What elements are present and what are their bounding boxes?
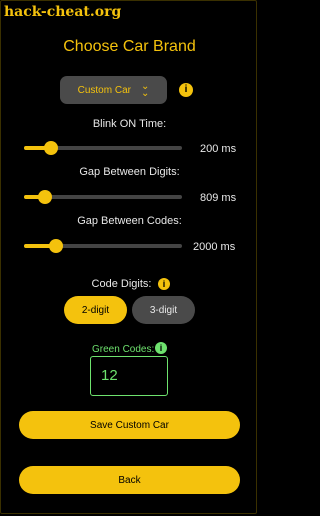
green-codes-label: Green Codes:	[92, 344, 155, 355]
code-digits-label: Code Digits:	[91, 278, 152, 290]
chevrons-down-icon: ⌄ ⌄	[140, 81, 150, 99]
gap-codes-label: Gap Between Codes:	[77, 215, 182, 227]
brand-info-icon[interactable]: i	[179, 83, 193, 97]
brand-dropdown-label: Custom Car	[77, 84, 131, 96]
slider-thumb[interactable]	[37, 190, 52, 204]
gap-digits-label: Gap Between Digits:	[79, 166, 180, 178]
slider-thumb[interactable]	[48, 239, 63, 253]
blink-on-value: 200 ms	[200, 143, 237, 155]
option-3-digit[interactable]: 3-digit	[132, 296, 195, 324]
green-codes-input[interactable]: 12	[90, 356, 168, 396]
gap-digits-slider[interactable]	[24, 187, 182, 207]
back-button[interactable]: Back	[19, 466, 240, 494]
brand-dropdown[interactable]: Custom Car ⌄ ⌄	[60, 76, 167, 104]
slider-thumb[interactable]	[43, 141, 58, 155]
watermark: hack-cheat.org	[4, 4, 122, 20]
gap-digits-value: 809 ms	[200, 192, 237, 204]
code-digits-info-icon[interactable]: i	[158, 278, 170, 290]
gap-codes-value: 2000 ms	[193, 241, 236, 253]
blink-on-slider[interactable]	[24, 138, 182, 158]
blink-on-label: Blink ON Time:	[92, 118, 167, 130]
save-custom-car-button[interactable]: Save Custom Car	[19, 411, 240, 439]
page-title: Choose Car Brand	[63, 38, 196, 55]
green-codes-info-icon[interactable]: i	[155, 342, 167, 354]
option-2-digit[interactable]: 2-digit	[64, 296, 127, 324]
gap-codes-slider[interactable]	[24, 236, 182, 256]
